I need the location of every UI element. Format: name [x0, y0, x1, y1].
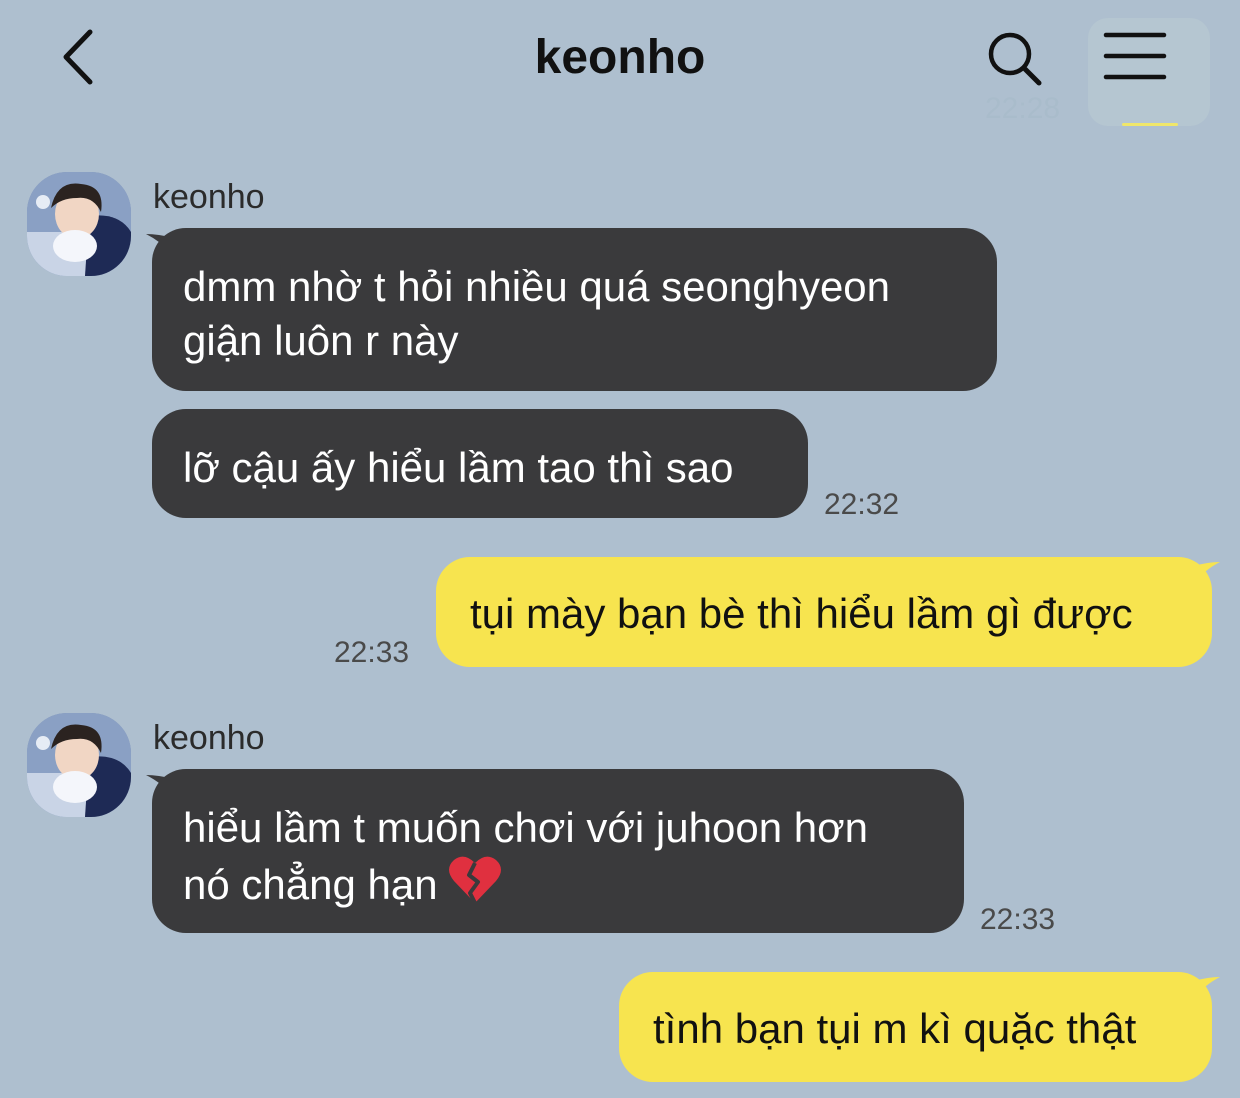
menu-button[interactable] [1094, 22, 1176, 92]
message-text-line: tụi mày bạn bè thì hiểu lầm gì được [470, 590, 1133, 637]
chat-title: keonho [534, 31, 706, 84]
message-time: 22:33 [334, 636, 410, 669]
message-bubble-incoming[interactable]: lỡ cậu ấy hiểu lầm tao thì sao [152, 409, 808, 518]
message-time: 22:33 [980, 903, 1056, 936]
bubble-tail [146, 234, 174, 256]
sender-name: keonho [153, 719, 265, 757]
faded-timestamp: 22:28 [985, 92, 1061, 125]
message-text-line: dmm nhờ t hỏi nhiều quá seonghyeon [183, 263, 891, 310]
message-text-line: tình bạn tụi m kì quặc thật [653, 1005, 1137, 1052]
message-bubble-incoming[interactable]: dmm nhờ t hỏi nhiều quá seonghyeon giận … [152, 228, 997, 391]
profile-photo [27, 713, 131, 817]
broken-heart-emoji [448, 855, 502, 918]
message-text-line: lỡ cậu ấy hiểu lầm tao thì sao [183, 444, 734, 491]
bubble-tail [146, 775, 174, 797]
search-button[interactable] [984, 28, 1046, 90]
avatar[interactable] [27, 713, 131, 817]
message-text-fragment: nó chẳng hạn [183, 861, 438, 908]
message-text-line: giận luôn r này [183, 317, 459, 364]
message-text-line: hiểu lầm t muốn chơi với juhoon hơn [183, 804, 868, 851]
message-bubble-incoming[interactable]: hiểu lầm t muốn chơi với juhoon hơn nó c… [152, 769, 964, 933]
bubble-tail [1194, 977, 1220, 999]
sender-name: keonho [153, 178, 265, 216]
message-time: 22:32 [824, 488, 900, 521]
message-bubble-outgoing[interactable]: tụi mày bạn bè thì hiểu lầm gì được [436, 557, 1212, 667]
bubble-tail [1194, 562, 1220, 584]
hamburger-menu-icon [1103, 32, 1167, 80]
chat-header: 22:28 keonho [0, 0, 1240, 130]
avatar[interactable] [27, 172, 131, 276]
back-button[interactable] [52, 26, 112, 90]
search-icon [988, 32, 1042, 86]
message-bubble-outgoing[interactable]: tình bạn tụi m kì quặc thật [619, 972, 1212, 1082]
profile-photo [27, 172, 131, 276]
message-text-line: nó chẳng hạn [183, 855, 934, 918]
chevron-left-icon [63, 29, 93, 85]
faded-underline [1122, 123, 1178, 126]
